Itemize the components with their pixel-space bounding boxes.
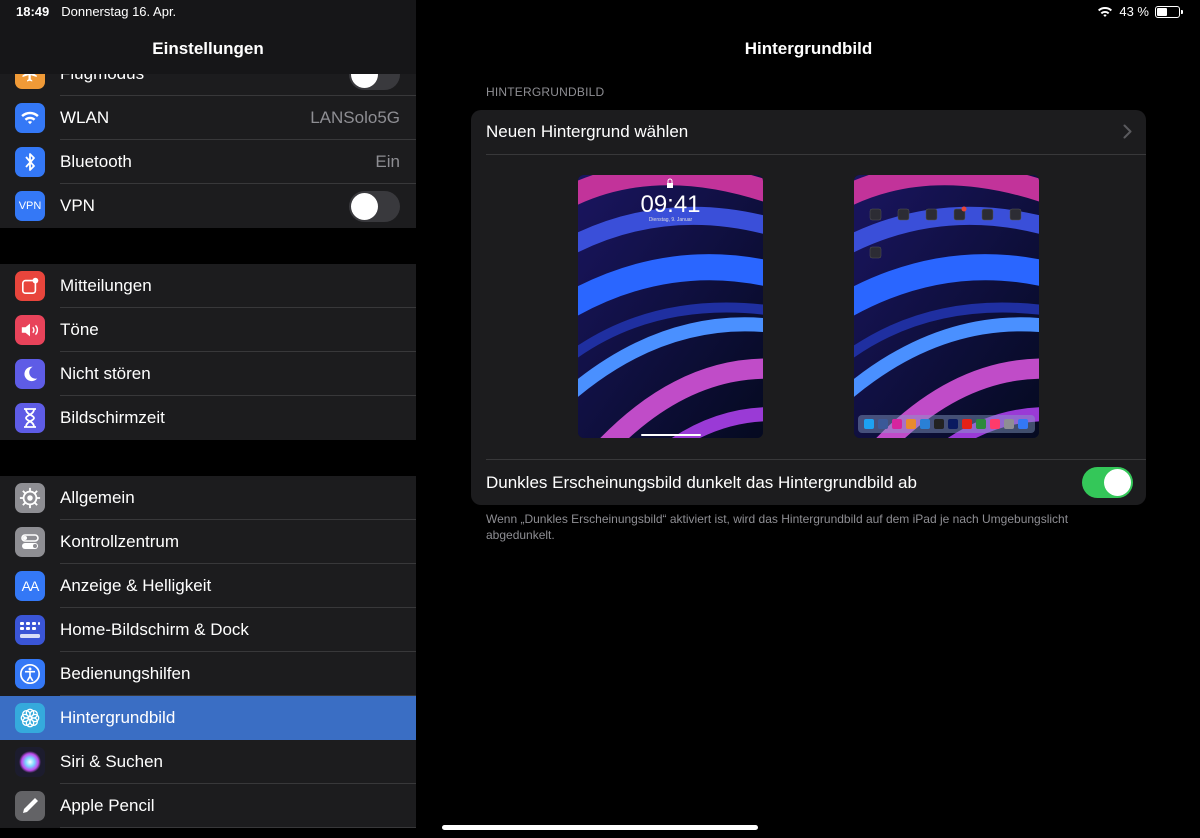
wlan-network-value: LANSolo5G (310, 108, 400, 127)
sidebar-item-mitteilungen[interactable]: Mitteilungen (0, 264, 416, 308)
status-date: Donnerstag 16. Apr. (61, 4, 177, 19)
sidebar-item-home-bildschirm[interactable]: Home-Bildschirm & Dock (0, 608, 416, 652)
wallpaper-card: Neuen Hintergrund wählen 09:41 Dienstag,… (471, 110, 1146, 505)
footer-note: Wenn „Dunkles Erscheinungsbild“ aktivier… (486, 512, 1069, 542)
wallpaper-image (854, 175, 1039, 438)
sidebar-item-hintergrundbild[interactable]: Hintergrundbild (0, 696, 416, 740)
sidebar-item-label: Siri & Suchen (60, 752, 163, 771)
sidebar-item-label: Allgemein (60, 488, 135, 507)
sidebar-item-bluetooth[interactable]: Bluetooth Ein (0, 140, 416, 184)
choose-new-wallpaper-row[interactable]: Neuen Hintergrund wählen (471, 110, 1146, 154)
wallpaper-icon (15, 703, 45, 733)
sidebar-header: 18:49 Donnerstag 16. Apr. Einstellungen (0, 0, 416, 74)
pencil-icon (15, 791, 45, 821)
bluetooth-value: Ein (375, 152, 400, 171)
notifications-icon (15, 271, 45, 301)
settings-group-general: Allgemein Kontrollzentrum AA Anzeige & H… (0, 476, 416, 828)
status-time: 18:49 (16, 4, 50, 19)
status-bar-left: 18:49 Donnerstag 16. Apr. (16, 4, 176, 19)
sidebar-item-label: Hintergrundbild (60, 708, 176, 727)
sidebar-item-label: Kontrollzentrum (60, 532, 180, 551)
sidebar-item-label: Apple Pencil (60, 796, 155, 815)
sidebar-item-toene[interactable]: Töne (0, 308, 416, 352)
moon-icon (15, 359, 45, 389)
accessibility-icon (15, 659, 45, 689)
sidebar-item-label: WLAN (60, 108, 110, 127)
wifi-icon (15, 103, 45, 133)
battery-percentage: 43 % (1119, 4, 1149, 19)
dark-appearance-label: Dunkles Erscheinungsbild dunkelt das Hin… (486, 473, 917, 492)
dark-appearance-toggle[interactable] (1082, 467, 1133, 498)
home-indicator[interactable] (442, 825, 758, 830)
sidebar-item-bedienungshilfen[interactable]: Bedienungshilfen (0, 652, 416, 696)
sidebar-item-label: Nicht stören (60, 364, 151, 383)
lock-screen-preview[interactable]: 09:41 Dienstag, 9. Januar (578, 175, 763, 438)
sidebar-item-label: Bluetooth (60, 152, 132, 171)
home-screen-preview[interactable] (854, 175, 1039, 438)
wifi-status-icon (1098, 6, 1113, 17)
sidebar-item-wlan[interactable]: WLAN LANSolo5G (0, 96, 416, 140)
settings-group-connectivity: Flugmodus WLAN LANSolo5G Bluetooth Ein V… (0, 52, 416, 228)
sidebar-item-label: Bildschirmzeit (60, 408, 165, 427)
bluetooth-icon (15, 147, 45, 177)
sidebar-item-nicht-stoeren[interactable]: Nicht stören (0, 352, 416, 396)
sidebar-item-label: Anzeige & Helligkeit (60, 576, 212, 595)
sidebar: 18:49 Donnerstag 16. Apr. Einstellungen … (0, 0, 416, 838)
sidebar-item-label: Mitteilungen (60, 276, 152, 295)
sidebar-item-kontrollzentrum[interactable]: Kontrollzentrum (0, 520, 416, 564)
sounds-icon (15, 315, 45, 345)
sidebar-item-allgemein[interactable]: Allgemein (0, 476, 416, 520)
sidebar-item-label: Bedienungshilfen (60, 664, 191, 683)
home-screen-icon (15, 615, 45, 645)
siri-icon (15, 747, 45, 777)
hourglass-icon (15, 403, 45, 433)
gear-icon (15, 483, 45, 513)
sidebar-item-anzeige-helligkeit[interactable]: AA Anzeige & Helligkeit (0, 564, 416, 608)
control-center-icon (15, 527, 45, 557)
dark-appearance-row: Dunkles Erscheinungsbild dunkelt das Hin… (471, 460, 1146, 505)
status-bar-right: 43 % (1097, 4, 1183, 19)
vpn-icon: VPN (15, 191, 45, 221)
vpn-toggle[interactable] (349, 191, 400, 222)
sidebar-item-vpn[interactable]: VPN VPN (0, 184, 416, 228)
sidebar-item-label: VPN (60, 196, 95, 215)
sidebar-item-label: Töne (60, 320, 99, 339)
sidebar-item-bildschirmzeit[interactable]: Bildschirmzeit (0, 396, 416, 440)
lock-screen-time: 09:41 (640, 191, 701, 218)
battery-icon (1155, 5, 1183, 18)
display-icon: AA (15, 571, 45, 601)
chevron-right-icon (1123, 124, 1132, 139)
choose-new-wallpaper-label: Neuen Hintergrund wählen (486, 122, 689, 141)
sidebar-item-apple-pencil[interactable]: Apple Pencil (0, 784, 416, 828)
lock-screen-date: Dienstag, 9. Januar (648, 217, 693, 223)
page-title: Hintergrundbild (744, 39, 873, 58)
sidebar-item-label: Home-Bildschirm & Dock (60, 620, 249, 639)
sidebar-title: Einstellungen (152, 39, 264, 58)
sidebar-item-siri-suchen[interactable]: Siri & Suchen (0, 740, 416, 784)
detail-pane: 43 % Hintergrundbild HINTERGRUNDBILD Neu… (417, 0, 1200, 838)
section-header: HINTERGRUNDBILD (486, 85, 605, 99)
settings-group-notifications: Mitteilungen Töne Nicht stören Bildschir… (0, 264, 416, 440)
